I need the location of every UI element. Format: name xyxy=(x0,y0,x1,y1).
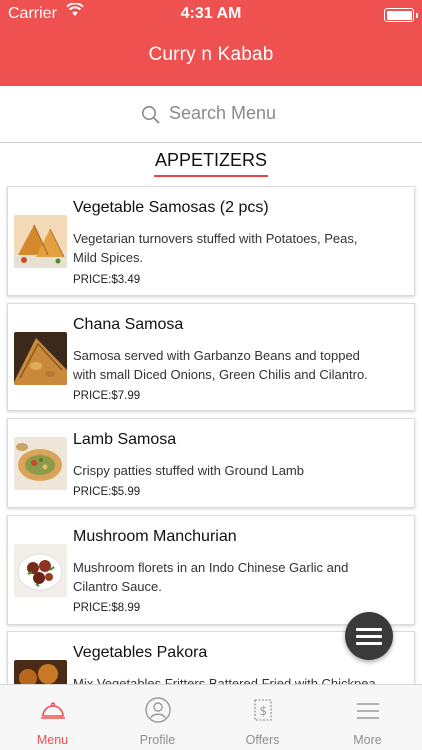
search-icon xyxy=(141,105,161,129)
item-price: PRICE:$7.99 xyxy=(73,390,141,402)
hamburger-icon xyxy=(356,628,382,631)
menu-item-card[interactable]: Vegetable Samosas (2 pcs) Vegetarian tur… xyxy=(7,186,415,296)
vegetable-samosa-photo xyxy=(14,215,67,268)
menu-item-card[interactable]: Mushroom Manchurian Mushroom florets in … xyxy=(7,515,415,625)
section-title: APPETIZERS xyxy=(0,150,422,177)
hamburger-icon xyxy=(356,635,382,638)
item-description-line: Crispy patties stuffed with Ground Lamb xyxy=(73,463,304,478)
mushroom-manchurian-photo xyxy=(14,544,67,597)
tab-label: More xyxy=(353,733,382,747)
tab-label: Profile xyxy=(139,733,176,747)
item-description-line: Samosa served with Garbanzo Beans and to… xyxy=(73,348,360,363)
item-description-line: Vegetarian turnovers stuffed with Potato… xyxy=(73,231,358,246)
hamburger-icon xyxy=(356,642,382,645)
status-bar: Carrier 4:31 AM xyxy=(0,0,422,30)
item-description: Crispy patties stuffed with Ground Lamb xyxy=(73,461,413,480)
item-description-line: with small Diced Onions, Green Chilis an… xyxy=(73,367,368,382)
item-name: Mushroom Manchurian xyxy=(73,528,237,545)
search-bar[interactable]: Search Menu xyxy=(0,86,422,143)
tab-profile[interactable]: Profile xyxy=(105,685,210,750)
item-price: PRICE:$3.49 xyxy=(73,274,141,286)
menu-item-card[interactable]: Chana Samosa Samosa served with Garbanzo… xyxy=(7,303,415,411)
item-description-line: Mild Spices. xyxy=(73,250,144,265)
menu-list[interactable]: Vegetable Samosas (2 pcs) Vegetarian tur… xyxy=(0,186,422,684)
section-title-label: APPETIZERS xyxy=(153,150,269,177)
tab-label: Offers xyxy=(245,733,280,747)
item-description-line: Mix Vegetables Fritters Battered Fried w… xyxy=(73,676,376,684)
item-name: Vegetable Samosas (2 pcs) xyxy=(73,199,269,216)
item-description: Samosa served with Garbanzo Beans and to… xyxy=(73,346,413,384)
item-description: Vegetarian turnovers stuffed with Potato… xyxy=(73,229,413,267)
tab-more[interactable]: More xyxy=(315,685,420,750)
cloche-icon xyxy=(41,702,65,719)
menu-item-card[interactable]: Lamb Samosa Crispy patties stuffed with … xyxy=(7,418,415,508)
item-price: PRICE:$5.99 xyxy=(73,486,141,498)
tab-menu[interactable]: Menu xyxy=(0,685,105,750)
vegetable-pakora-photo xyxy=(14,660,67,684)
page-title: Curry n Kabab xyxy=(148,44,274,65)
item-description-line: Cilantro Sauce. xyxy=(73,579,162,594)
more-icon xyxy=(357,703,379,719)
item-description: Mix Vegetables Fritters Battered Fried w… xyxy=(73,674,413,684)
offers-icon: $ xyxy=(254,699,272,721)
app-header: Carrier 4:31 AM Curry n Kabab xyxy=(0,0,422,86)
profile-icon xyxy=(145,697,171,723)
item-name: Lamb Samosa xyxy=(73,431,177,448)
svg-text:$: $ xyxy=(260,704,268,718)
item-description: Mushroom florets in an Indo Chinese Garl… xyxy=(73,558,413,596)
battery-icon xyxy=(384,8,418,22)
status-time: 4:31 AM xyxy=(180,5,242,22)
floating-menu-button[interactable] xyxy=(345,612,393,660)
item-price: PRICE:$8.99 xyxy=(73,602,141,614)
item-description-line: Mushroom florets in an Indo Chinese Garl… xyxy=(73,560,349,575)
lamb-samosa-photo xyxy=(14,437,67,490)
tab-offers[interactable]: $ Offers xyxy=(210,685,315,750)
bottom-tab-bar: Menu Profile $ Offers More xyxy=(0,684,422,750)
item-name: Vegetables Pakora xyxy=(73,644,208,661)
item-name: Chana Samosa xyxy=(73,316,184,333)
tab-label: Menu xyxy=(36,733,69,747)
chana-samosa-photo xyxy=(14,332,67,385)
search-input[interactable]: Search Menu xyxy=(169,103,276,124)
